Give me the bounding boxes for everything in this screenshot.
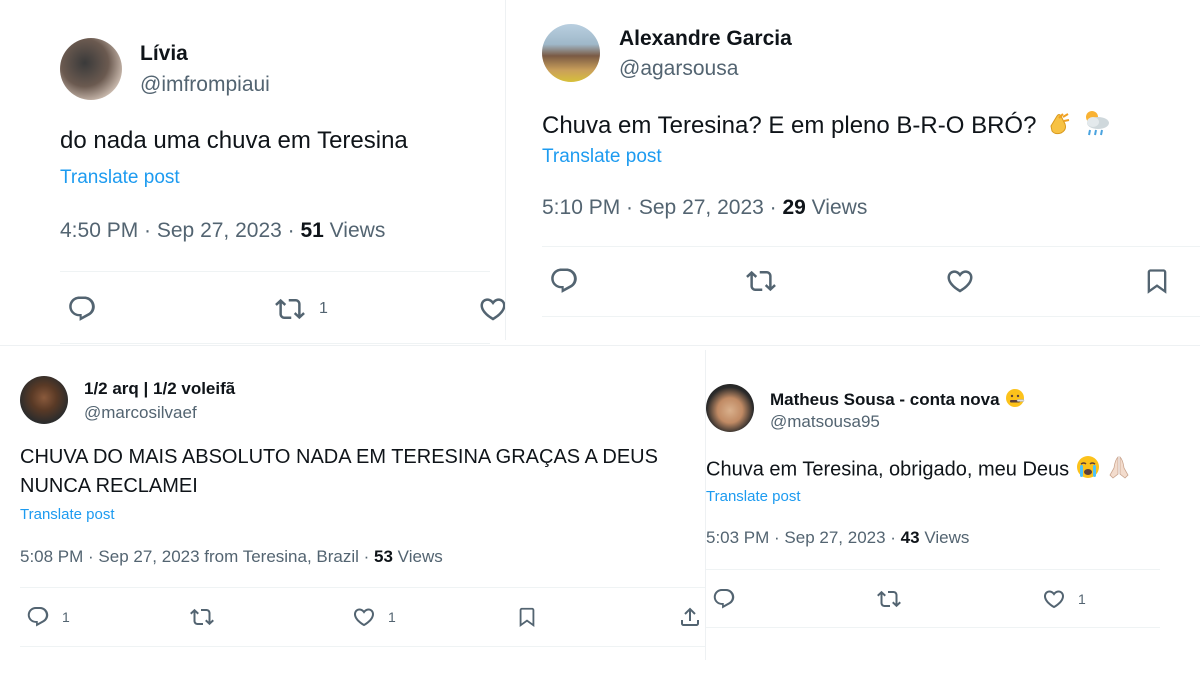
translate-post-link[interactable]: Translate post [20, 506, 115, 523]
divider [542, 246, 1200, 247]
avatar[interactable] [20, 376, 68, 424]
divider [542, 316, 1200, 317]
like-icon [945, 266, 975, 296]
retweet-button[interactable]: 1 [273, 294, 328, 324]
author-name[interactable]: 1/2 arq | 1/2 voleifã [84, 379, 235, 399]
avatar[interactable] [542, 24, 600, 82]
bookmark-button[interactable] [1143, 266, 1171, 296]
reply-button[interactable]: 1 [26, 605, 70, 629]
reply-icon [26, 605, 50, 629]
tweet-meta: 5:08 PM · Sep 27, 2023 from Teresina, Br… [20, 547, 443, 567]
loudly-crying-face-icon [1075, 454, 1101, 486]
views-label: Views [392, 547, 443, 566]
views-label: Views [805, 196, 868, 219]
bookmark-button[interactable] [516, 605, 538, 629]
translate-post-link[interactable]: Translate post [706, 488, 801, 505]
like-count: 1 [388, 609, 396, 625]
divider [60, 271, 490, 272]
face-with-thermometer-icon [1004, 387, 1026, 414]
tweet-text-line-2: NUNCA RECLAMEI [20, 475, 198, 497]
like-button[interactable]: 1 [352, 605, 396, 629]
author-handle[interactable]: @agarsousa [619, 57, 738, 81]
reply-icon [67, 294, 97, 324]
tweet-card-alexandre[interactable]: Alexandre Garcia @agarsousa Chuva em Ter… [506, 0, 1200, 345]
timestamp[interactable]: 4:50 PM · Sep 27, 2023 · [60, 219, 300, 242]
retweet-button[interactable] [875, 587, 903, 611]
reply-icon [549, 266, 579, 296]
divider [60, 343, 490, 344]
tweet-text: do nada uma chuva em Teresina [60, 127, 408, 154]
share-icon [681, 607, 699, 626]
divider [706, 569, 1160, 570]
translate-post-link[interactable]: Translate post [60, 167, 180, 189]
reply-icon [712, 587, 736, 611]
tweet-text-body: Chuva em Teresina, obrigado, meu Deus [706, 458, 1070, 481]
author-handle[interactable]: @imfrompiaui [140, 73, 270, 97]
views-count: 43 [900, 528, 920, 547]
like-icon [1042, 587, 1066, 611]
views-label: Views [919, 528, 970, 547]
tweet-text-line-1: CHUVA DO MAIS ABSOLUTO NADA EM TERESINA … [20, 446, 658, 468]
like-button[interactable] [945, 266, 975, 296]
clapping-hands-icon [1043, 108, 1073, 145]
like-button[interactable]: 1 [1042, 587, 1086, 611]
retweet-button[interactable] [744, 266, 778, 296]
like-icon [352, 605, 376, 629]
views-count: 53 [374, 547, 393, 566]
retweet-button[interactable] [188, 605, 216, 629]
timestamp[interactable]: 5:03 PM · Sep 27, 2023 · [706, 528, 901, 547]
divider [20, 587, 705, 588]
author-handle[interactable]: @matsousa95 [770, 412, 880, 432]
like-count: 1 [1078, 591, 1086, 607]
tweet-meta: 4:50 PM · Sep 27, 2023 · 51 Views [60, 219, 385, 243]
bookmark-icon [1143, 266, 1171, 296]
author-name[interactable]: Matheus Sousa - conta nova [770, 387, 1026, 414]
bookmark-icon [516, 605, 538, 629]
author-name[interactable]: Lívia [140, 42, 188, 66]
like-icon [478, 294, 505, 324]
divider [20, 646, 705, 647]
translate-post-link[interactable]: Translate post [542, 146, 662, 168]
avatar[interactable] [60, 38, 122, 100]
reply-button[interactable] [712, 587, 736, 611]
tweet-card-livia[interactable]: Lívia @imfrompiaui do nada uma chuva em … [0, 0, 505, 345]
reply-button[interactable] [67, 294, 97, 324]
author-name-text: Matheus Sousa - conta nova [770, 389, 1000, 409]
divider [706, 627, 1160, 628]
tweet-meta: 5:03 PM · Sep 27, 2023 · 43 Views [706, 528, 969, 548]
author-name[interactable]: Alexandre Garcia [619, 27, 792, 51]
reply-count: 1 [62, 609, 70, 625]
like-button[interactable] [478, 294, 505, 324]
tweet-text-body: Chuva em Teresina? E em pleno B-R-O BRÓ? [542, 111, 1037, 139]
retweet-icon [875, 587, 903, 611]
retweet-icon [188, 605, 216, 629]
retweet-count: 1 [319, 300, 328, 317]
folded-hands-icon [1106, 454, 1132, 486]
avatar[interactable] [706, 384, 754, 432]
sun-behind-rain-cloud-icon [1080, 108, 1112, 145]
retweet-icon [744, 266, 778, 296]
views-label: Views [323, 219, 386, 242]
tweet-text: Chuva em Teresina, obrigado, meu Deus [706, 454, 1132, 486]
panel-divider-horizontal [0, 345, 1200, 346]
tweet-meta: 5:10 PM · Sep 27, 2023 · 29 Views [542, 196, 867, 220]
timestamp[interactable]: 5:10 PM · Sep 27, 2023 · [542, 196, 782, 219]
share-button[interactable] [678, 605, 702, 629]
reply-button[interactable] [549, 266, 579, 296]
author-handle[interactable]: @marcosilvaef [84, 403, 197, 423]
retweet-icon [273, 294, 307, 324]
views-count: 51 [300, 219, 324, 242]
tweet-card-matheus[interactable]: Matheus Sousa - conta nova @matsousa95 C… [706, 350, 1200, 675]
tweet-card-marcos[interactable]: 1/2 arq | 1/2 voleifã @marcosilvaef CHUV… [0, 350, 705, 675]
tweet-text: Chuva em Teresina? E em pleno B-R-O BRÓ? [542, 108, 1112, 145]
views-count: 29 [782, 196, 806, 219]
timestamp[interactable]: 5:08 PM · Sep 27, 2023 from Teresina, Br… [20, 547, 374, 566]
